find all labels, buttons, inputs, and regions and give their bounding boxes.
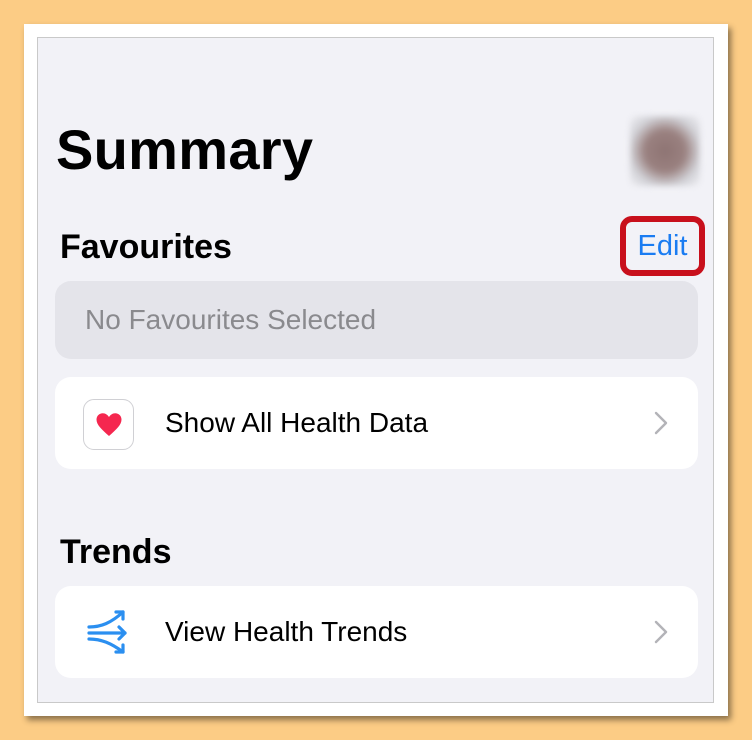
trends-heading: Trends [60, 533, 172, 571]
page-title: Summary [56, 118, 314, 181]
view-health-trends-label: View Health Trends [165, 616, 408, 647]
edit-favourites-button[interactable]: Edit [620, 216, 705, 276]
favourites-heading: Favourites [60, 228, 232, 266]
no-favourites-label: No Favourites Selected [85, 304, 377, 335]
profile-avatar[interactable] [630, 116, 700, 186]
chevron-right-icon [654, 411, 668, 435]
trends-arrows-icon [87, 610, 127, 654]
show-all-health-data-label: Show All Health Data [165, 407, 429, 438]
view-health-trends-row[interactable]: View Health Trends [55, 586, 698, 678]
heart-icon [83, 399, 134, 450]
show-all-health-data-row[interactable]: Show All Health Data [55, 377, 698, 469]
health-summary-screen: Summary Favourites Edit No Favourites Se… [37, 37, 714, 703]
chevron-right-icon [654, 620, 668, 644]
no-favourites-placeholder: No Favourites Selected [55, 281, 698, 359]
